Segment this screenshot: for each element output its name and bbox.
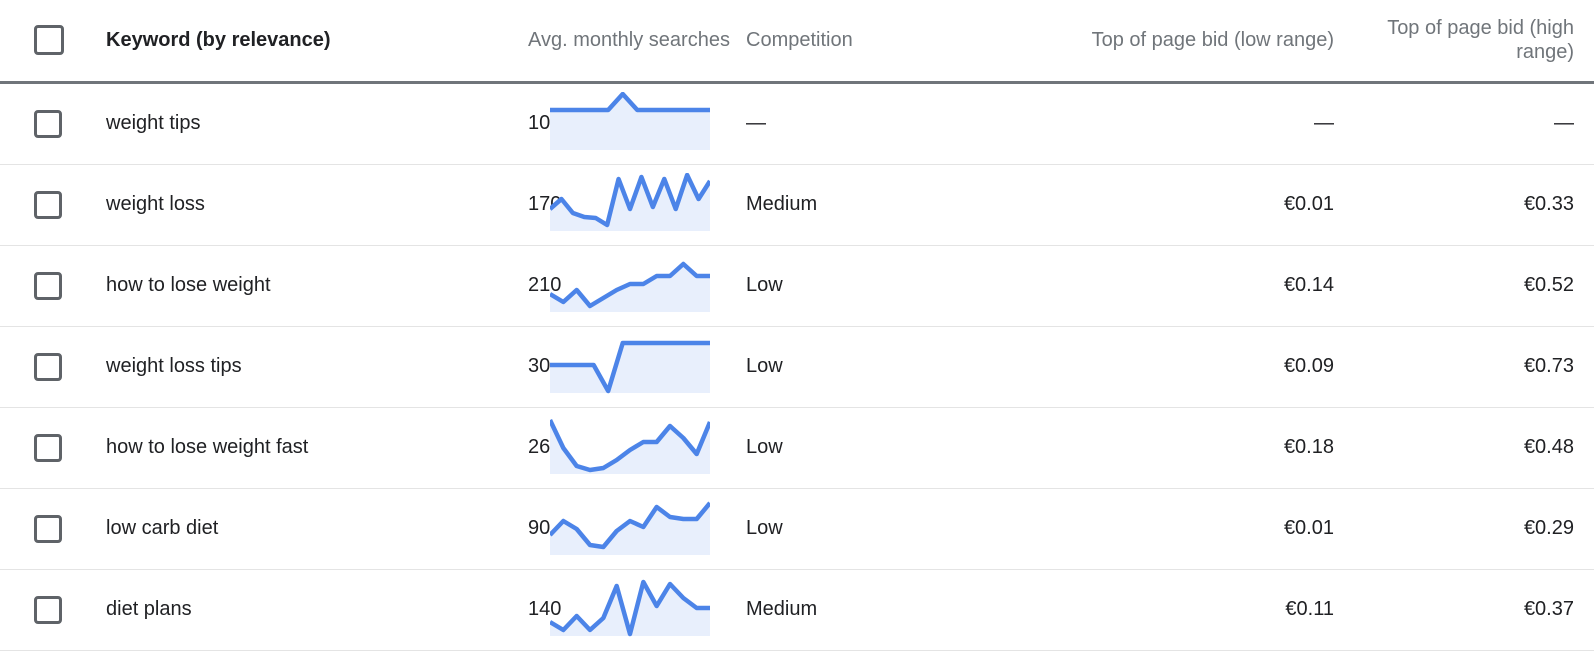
- table-row[interactable]: low carb diet 90 Low €0.01 €0.29: [0, 488, 1594, 570]
- top-of-page-bid-high-cell: €0.29: [1356, 488, 1594, 570]
- competition-cell: Low: [736, 326, 936, 408]
- row-select-cell: [0, 82, 104, 165]
- trend-sparkline-chart: [550, 579, 710, 636]
- row-checkbox-wrap: [0, 352, 104, 381]
- row-select-checkbox[interactable]: [34, 514, 62, 543]
- avg-monthly-searches-cell: 260: [528, 407, 561, 489]
- row-select-cell: [0, 488, 104, 570]
- avg-monthly-searches-cell: 140: [528, 569, 561, 651]
- trend-sparkline-chart: [550, 91, 710, 150]
- column-header-keyword[interactable]: Keyword (by relevance): [104, 0, 528, 84]
- competition-cell: Medium: [736, 569, 936, 651]
- top-of-page-bid-high-cell: €0.37: [1356, 569, 1594, 651]
- top-of-page-bid-low-cell: €0.11: [936, 569, 1356, 651]
- select-all-header-cell: [0, 0, 104, 84]
- sparkline-wrap: [546, 570, 736, 650]
- column-header-avg-monthly-searches[interactable]: Avg. monthly searches: [528, 0, 730, 84]
- column-header-competition[interactable]: Competition: [736, 0, 936, 84]
- table-row[interactable]: weight tips 10— — —: [0, 82, 1594, 165]
- keyword-cell[interactable]: diet plans: [104, 569, 528, 651]
- sparkline-wrap: [546, 246, 736, 326]
- keyword-planner-table-panel: Keyword (by relevance) Avg. monthly sear…: [0, 0, 1594, 660]
- sparkline-wrap: [546, 489, 736, 569]
- top-of-page-bid-high-cell: €0.33: [1356, 164, 1594, 246]
- keyword-cell[interactable]: low carb diet: [104, 488, 528, 570]
- trend-sparkline-cell: [546, 82, 736, 165]
- top-of-page-bid-low-cell: €0.01: [936, 164, 1356, 246]
- avg-monthly-searches-cell: 170: [528, 164, 561, 246]
- table-row[interactable]: how to lose weight fast 260 Low €0.18 €0.48: [0, 407, 1594, 489]
- trend-sparkline-chart: [550, 501, 710, 555]
- top-of-page-bid-low-cell: €0.18: [936, 407, 1356, 489]
- table-body: weight tips 10— — — weight loss 170 Medium €0.0…: [0, 82, 1594, 651]
- sparkline-area: [550, 263, 710, 312]
- table-row[interactable]: how to lose weight 210 Low €0.14 €0.52: [0, 245, 1594, 327]
- trend-sparkline-cell: [546, 164, 736, 246]
- row-checkbox-wrap: [0, 109, 104, 138]
- sparkline-wrap: [546, 408, 736, 488]
- avg-monthly-searches-cell: 90: [528, 488, 550, 570]
- top-of-page-bid-high-cell: —: [1356, 82, 1594, 165]
- sparkline-area: [550, 342, 710, 393]
- top-of-page-bid-high-cell: €0.73: [1356, 326, 1594, 408]
- competition-cell: —: [736, 82, 936, 165]
- top-of-page-bid-high-cell: €0.52: [1356, 245, 1594, 327]
- keyword-cell[interactable]: how to lose weight: [104, 245, 528, 327]
- row-select-checkbox[interactable]: [34, 595, 62, 624]
- competition-cell: Low: [736, 488, 936, 570]
- row-select-cell: [0, 326, 104, 408]
- row-checkbox-wrap: [0, 433, 104, 462]
- avg-monthly-searches-cell: 210: [528, 245, 561, 327]
- competition-cell: Medium: [736, 164, 936, 246]
- trend-sparkline-chart: [550, 340, 710, 393]
- top-of-page-bid-high-cell: €0.48: [1356, 407, 1594, 489]
- avg-monthly-searches-cell: 10: [528, 82, 550, 165]
- trend-sparkline-cell: [546, 407, 736, 489]
- row-select-cell: [0, 569, 104, 651]
- row-select-checkbox[interactable]: [34, 352, 62, 381]
- keyword-cell[interactable]: weight loss tips: [104, 326, 528, 408]
- row-checkbox-wrap: [0, 271, 104, 300]
- row-select-checkbox[interactable]: [34, 271, 62, 300]
- top-of-page-bid-low-cell: €0.09: [936, 326, 1356, 408]
- row-checkbox-wrap: [0, 190, 104, 219]
- top-of-page-bid-low-cell: —: [936, 82, 1356, 165]
- competition-cell: Low: [736, 407, 936, 489]
- table-row[interactable]: weight loss 170 Medium €0.01 €0.33: [0, 164, 1594, 246]
- trend-sparkline-cell: [546, 245, 736, 327]
- table-header: Keyword (by relevance) Avg. monthly sear…: [0, 0, 1594, 84]
- trend-sparkline-cell: [546, 569, 736, 651]
- select-all-checkbox-wrap: [0, 25, 104, 56]
- column-header-top-of-page-bid-low[interactable]: Top of page bid (low range): [936, 0, 1356, 84]
- top-of-page-bid-low-cell: €0.01: [936, 488, 1356, 570]
- trend-sparkline-chart: [550, 261, 710, 312]
- trend-sparkline-chart: [550, 172, 710, 231]
- top-of-page-bid-low-cell: €0.14: [936, 245, 1356, 327]
- table-row[interactable]: diet plans 140 Medium €0.11 €0.37: [0, 569, 1594, 651]
- trend-sparkline-cell: [546, 488, 736, 570]
- table-row[interactable]: weight loss tips 30 Low €0.09 €0.73: [0, 326, 1594, 408]
- keyword-cell[interactable]: weight tips: [104, 82, 528, 165]
- header-row: Keyword (by relevance) Avg. monthly sear…: [0, 0, 1594, 84]
- row-select-checkbox[interactable]: [34, 109, 62, 138]
- column-header-top-of-page-bid-high[interactable]: Top of page bid (high range): [1356, 0, 1594, 84]
- avg-monthly-searches-cell: 30: [528, 326, 550, 408]
- row-select-cell: [0, 164, 104, 246]
- keyword-cell[interactable]: how to lose weight fast: [104, 407, 528, 489]
- row-select-checkbox[interactable]: [34, 190, 62, 219]
- trend-sparkline-chart: [550, 418, 710, 474]
- row-select-cell: [0, 407, 104, 489]
- sparkline-wrap: [546, 165, 736, 245]
- keyword-cell[interactable]: weight loss: [104, 164, 528, 246]
- row-checkbox-wrap: [0, 514, 104, 543]
- competition-cell: Low: [736, 245, 936, 327]
- row-checkbox-wrap: [0, 595, 104, 624]
- select-all-checkbox[interactable]: [34, 25, 64, 56]
- row-select-cell: [0, 245, 104, 327]
- keyword-ideas-table: Keyword (by relevance) Avg. monthly sear…: [0, 0, 1594, 651]
- sparkline-wrap: [546, 327, 736, 407]
- row-select-checkbox[interactable]: [34, 433, 62, 462]
- sparkline-wrap: [546, 84, 736, 164]
- trend-sparkline-cell: [546, 326, 736, 408]
